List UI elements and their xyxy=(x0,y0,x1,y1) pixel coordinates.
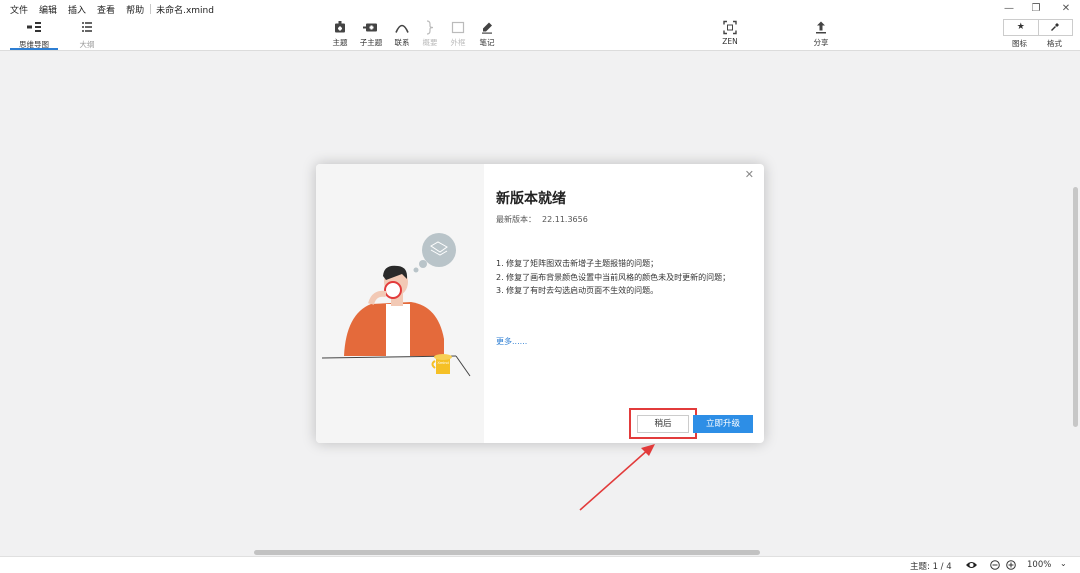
file-name: 未命名.xmind xyxy=(156,5,214,16)
note-button[interactable]: 笔记 xyxy=(470,20,504,48)
mindmap-icon xyxy=(27,22,41,32)
icon-panel-button[interactable]: ★ xyxy=(1004,20,1039,35)
format-panel-button[interactable] xyxy=(1039,20,1073,35)
dialog-title: 新版本就绪 xyxy=(496,191,566,207)
release-note-item: 2. 修复了画布背景颜色设置中当前风格的颜色未及时更新的问题； xyxy=(496,272,731,282)
relationship-icon xyxy=(395,24,409,33)
zoom-in-icon[interactable] xyxy=(1006,560,1016,570)
dialog-close-icon[interactable]: ✕ xyxy=(745,168,754,181)
menu-file[interactable]: 文件 xyxy=(10,3,28,16)
restore-button[interactable]: ❐ xyxy=(1029,2,1043,16)
release-notes: 1. 修复了矩阵图双击新增子主题报错的问题； 2. 修复了画布背景颜色设置中当前… xyxy=(496,257,754,298)
zen-fullscreen-icon xyxy=(723,20,737,35)
share-upload-icon xyxy=(816,21,826,34)
outline-icon xyxy=(82,22,92,32)
dialog-illustration: Xmind xyxy=(316,164,484,443)
menu-insert[interactable]: 插入 xyxy=(68,3,86,16)
eye-icon[interactable] xyxy=(965,560,978,570)
menu-bar: 文件 编辑 插入 查看 帮助 未命名.xmind xyxy=(0,0,214,18)
icon-panel-label: 图标 xyxy=(1012,39,1027,48)
panel-toggle-group: ★ xyxy=(1003,19,1073,36)
annotation-arrow-icon xyxy=(579,444,655,511)
topic-label: 主题 xyxy=(332,38,348,47)
note-label: 笔记 xyxy=(479,38,495,47)
later-button[interactable]: 稍后 xyxy=(637,415,689,433)
share-label: 分享 xyxy=(813,38,829,47)
format-brush-icon xyxy=(1051,23,1060,31)
version-label: 最新版本： xyxy=(496,215,536,224)
summary-brace-icon xyxy=(426,20,434,35)
upgrade-now-button[interactable]: 立即升级 xyxy=(693,415,753,433)
version-line: 最新版本： 22.11.3656 xyxy=(496,214,588,225)
menu-separator xyxy=(150,4,152,14)
format-panel-label: 格式 xyxy=(1047,39,1062,48)
note-pencil-icon xyxy=(482,22,492,34)
tab-mindmap[interactable]: 思维导图 xyxy=(10,20,58,50)
horizontal-scroll-thumb[interactable] xyxy=(254,550,760,555)
more-link[interactable]: 更多...... xyxy=(496,336,527,347)
zoom-out-icon[interactable] xyxy=(990,560,1000,570)
menu-edit[interactable]: 编辑 xyxy=(39,3,57,16)
status-bar: 主题: 1 / 4 100% ⌄ xyxy=(0,556,1080,573)
svg-text:Xmind: Xmind xyxy=(437,360,448,365)
star-icon: ★ xyxy=(1016,22,1025,32)
release-note-item: 1. 修复了矩阵图双击新增子主题报错的问题； xyxy=(496,259,659,268)
update-dialog: Xmind ✕ 新版本就绪 最新版本： 22.11.3656 1. 修复了矩阵图双… xyxy=(316,164,764,443)
topic-count: 主题: 1 / 4 xyxy=(910,562,952,572)
subtopic-button[interactable]: 子主题 xyxy=(354,20,388,48)
minimize-button[interactable]: — xyxy=(1002,2,1016,16)
person-reading-illustration: Xmind xyxy=(321,233,471,377)
zen-label: ZEN xyxy=(722,37,738,46)
zoom-dropdown-icon[interactable]: ⌄ xyxy=(1060,559,1067,568)
menu-view[interactable]: 查看 xyxy=(97,3,115,16)
share-button[interactable]: 分享 xyxy=(804,20,838,48)
zen-button[interactable]: ZEN xyxy=(713,20,747,48)
vertical-scroll-thumb[interactable] xyxy=(1073,187,1078,427)
topic-icon xyxy=(335,21,345,33)
tab-mindmap-label: 思维导图 xyxy=(19,40,49,49)
top-toolbar: 文件 编辑 插入 查看 帮助 未命名.xmind — ❐ ✕ 思维导图 大纲 主… xyxy=(0,0,1080,51)
close-window-button[interactable]: ✕ xyxy=(1059,2,1073,16)
boundary-icon xyxy=(451,21,465,34)
zoom-level[interactable]: 100% xyxy=(1027,560,1051,570)
subtopic-label: 子主题 xyxy=(359,38,383,47)
tab-outline-label: 大纲 xyxy=(79,40,95,49)
topic-button[interactable]: 主题 xyxy=(323,20,357,48)
release-note-item: 3. 修复了有时去勾选启动页面不生效的问题。 xyxy=(496,286,659,295)
tab-outline[interactable]: 大纲 xyxy=(63,20,111,50)
version-number: 22.11.3656 xyxy=(542,215,588,224)
subtopic-icon xyxy=(363,23,377,32)
menu-help[interactable]: 帮助 xyxy=(126,3,144,16)
